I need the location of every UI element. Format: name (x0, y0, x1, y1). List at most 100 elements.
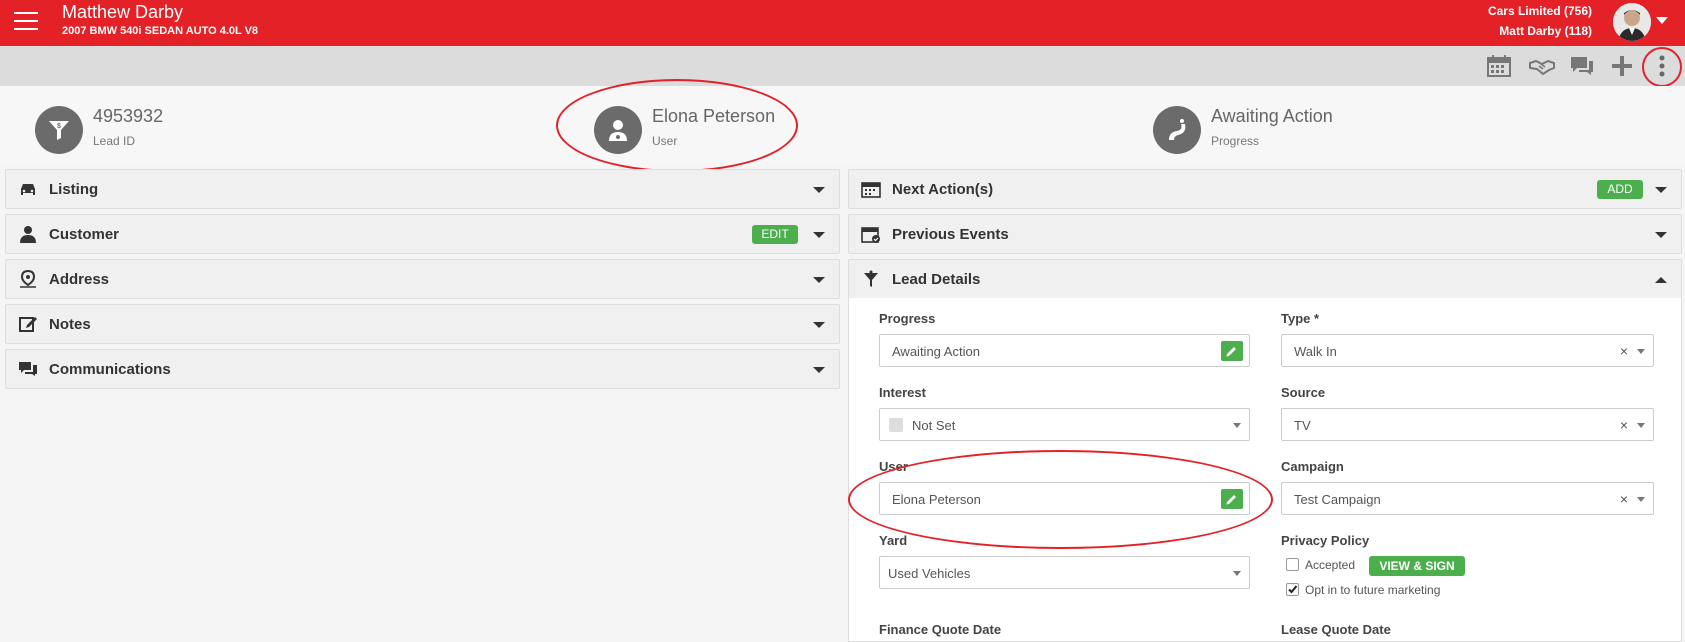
calendar-icon (861, 180, 881, 198)
person-icon (18, 225, 38, 243)
lead-id-value: 4953932 (93, 106, 164, 126)
panel-listing[interactable]: Listing (5, 169, 840, 209)
clear-icon[interactable]: × (1620, 417, 1628, 433)
plus-icon[interactable] (1609, 54, 1635, 78)
type-field-label: Type * (1281, 311, 1320, 326)
panel-label: Address (49, 271, 110, 288)
user-icon (594, 106, 642, 154)
accepted-label: Accepted (1305, 558, 1356, 572)
panel-customer[interactable]: Customer EDIT (5, 214, 840, 254)
panel-label: Customer (49, 226, 120, 243)
chevron-down-icon (1637, 349, 1645, 354)
view-sign-button[interactable]: VIEW & SIGN (1369, 556, 1465, 576)
pencil-icon[interactable] (1221, 341, 1243, 361)
chevron-down-icon[interactable] (813, 232, 825, 238)
progress-field-value: Awaiting Action (892, 344, 980, 359)
chevron-down-icon[interactable] (813, 367, 825, 373)
chat-icon[interactable] (1569, 54, 1595, 78)
lead-summary: $ 4953932 Lead ID Elona Peterson User Aw… (0, 86, 1685, 166)
panel-label: Next Action(s) (892, 181, 994, 198)
panel-lead-details[interactable]: Lead Details (848, 259, 1682, 299)
chevron-down-icon[interactable] (1655, 187, 1667, 193)
road-icon (1153, 106, 1201, 154)
campaign-select[interactable]: Test Campaign × (1281, 482, 1654, 515)
funnel-icon (861, 270, 881, 288)
chevron-down-icon[interactable] (813, 322, 825, 328)
handshake-icon[interactable] (1529, 54, 1555, 78)
user-field[interactable]: Elona Peterson (879, 482, 1250, 515)
panel-previous-events[interactable]: Previous Events (848, 214, 1682, 254)
progress-label: Progress (1211, 134, 1260, 148)
add-button[interactable]: ADD (1597, 180, 1643, 199)
dealer-name: Cars Limited (756) (1487, 4, 1592, 18)
panel-next-actions[interactable]: Next Action(s) ADD (848, 169, 1682, 209)
interest-swatch (889, 418, 903, 432)
interest-field-label: Interest (879, 385, 926, 400)
panel-address[interactable]: Address (5, 259, 840, 299)
yard-select[interactable]: Used Vehicles (879, 556, 1250, 589)
panel-label: Previous Events (892, 226, 1009, 243)
user-value: Elona Peterson (652, 106, 776, 126)
privacy-policy-label: Privacy Policy (1281, 533, 1370, 548)
panel-communications[interactable]: Communications (5, 349, 840, 389)
lead-id-label: Lead ID (93, 134, 136, 148)
source-field-label: Source (1281, 385, 1326, 400)
progress-value: Awaiting Action (1211, 106, 1333, 126)
panel-notes[interactable]: Notes (5, 304, 840, 344)
avatar[interactable] (1613, 3, 1651, 41)
edit-note-icon (18, 315, 38, 333)
progress-field-label: Progress (879, 311, 936, 326)
panel-label: Lead Details (892, 271, 981, 288)
funnel-icon: $ (35, 106, 83, 154)
calendar-icon[interactable] (1486, 54, 1512, 78)
more-vertical-icon[interactable] (1649, 54, 1675, 78)
campaign-select-value: Test Campaign (1294, 492, 1381, 507)
chevron-up-icon[interactable] (1655, 277, 1667, 283)
location-icon (18, 269, 38, 288)
user-field-label: User (879, 459, 908, 474)
chevron-down-icon[interactable] (813, 187, 825, 193)
type-select-value: Walk In (1294, 344, 1337, 359)
interest-select[interactable]: Not Set (879, 408, 1250, 441)
chevron-down-icon[interactable] (1656, 17, 1668, 24)
chevron-down-icon (1233, 423, 1241, 428)
user-field-value: Elona Peterson (892, 492, 981, 507)
source-select[interactable]: TV × (1281, 408, 1654, 441)
toolbar (0, 46, 1685, 86)
opt-in-checkbox[interactable] (1286, 583, 1299, 596)
user-label: User (652, 134, 678, 148)
interest-select-value: Not Set (912, 418, 956, 433)
chevron-down-icon[interactable] (1655, 232, 1667, 238)
chevron-down-icon[interactable] (813, 277, 825, 283)
panel-label: Notes (49, 316, 91, 333)
source-select-value: TV (1294, 418, 1311, 433)
finance-quote-date-label: Finance Quote Date (879, 622, 1002, 637)
svg-text:$: $ (57, 123, 61, 130)
customer-name: Matthew Darby (62, 2, 184, 22)
panel-label: Listing (49, 181, 99, 198)
type-select[interactable]: Walk In × (1281, 334, 1654, 367)
car-icon (18, 180, 38, 198)
panel-label: Communications (49, 361, 171, 378)
lease-quote-date-label: Lease Quote Date (1281, 622, 1391, 637)
campaign-field-label: Campaign (1281, 459, 1344, 474)
edit-button[interactable]: EDIT (752, 225, 798, 244)
vehicle-title: 2007 BMW 540i SEDAN AUTO 4.0L V8 (62, 25, 259, 37)
yard-select-value: Used Vehicles (888, 566, 971, 581)
chevron-down-icon (1637, 423, 1645, 428)
top-header: Matthew Darby 2007 BMW 540i SEDAN AUTO 4… (0, 0, 1685, 46)
accepted-checkbox[interactable] (1286, 558, 1299, 571)
user-name: Matt Darby (118) (1499, 24, 1592, 38)
chevron-down-icon (1637, 497, 1645, 502)
opt-in-label: Opt in to future marketing (1305, 583, 1441, 597)
clear-icon[interactable]: × (1620, 343, 1628, 359)
chevron-down-icon (1233, 571, 1241, 576)
progress-field[interactable]: Awaiting Action (879, 334, 1250, 367)
menu-icon[interactable] (14, 12, 38, 32)
lead-details-form: Progress Awaiting Action Type * Walk In … (848, 298, 1682, 642)
calendar-check-icon (861, 225, 881, 243)
yard-field-label: Yard (879, 533, 908, 548)
pencil-icon[interactable] (1221, 489, 1243, 509)
clear-icon[interactable]: × (1620, 491, 1628, 507)
chat-icon (18, 360, 38, 378)
